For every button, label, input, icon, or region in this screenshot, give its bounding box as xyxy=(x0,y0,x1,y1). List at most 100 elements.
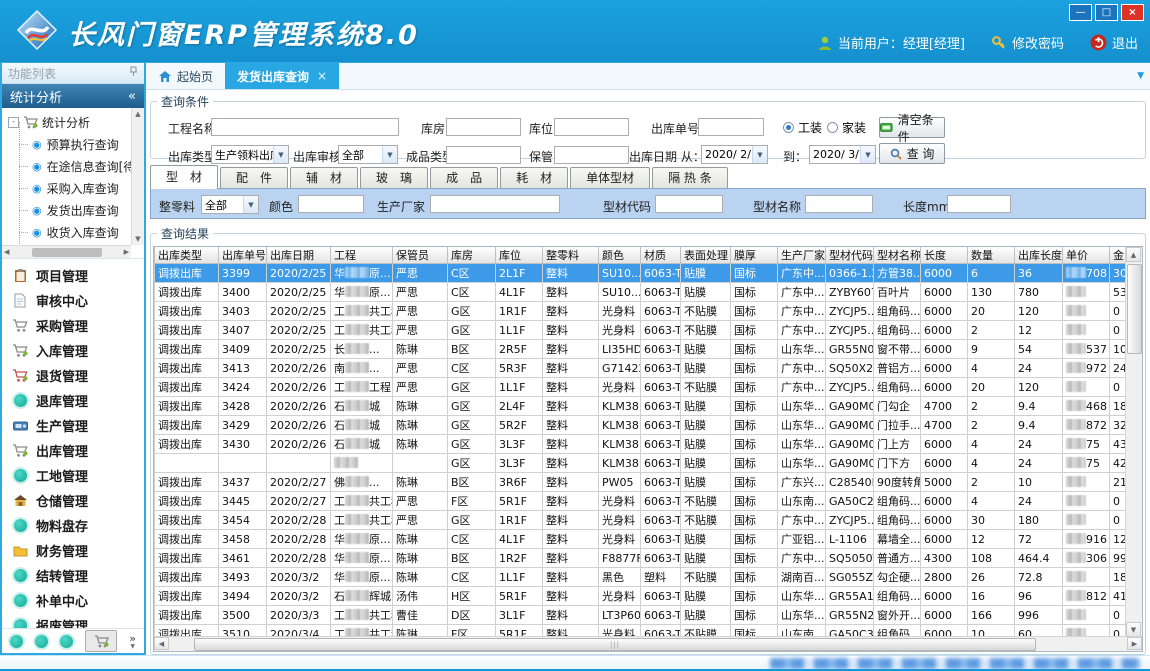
column-header-qty[interactable]: 数量 xyxy=(968,247,1015,264)
minimize-button[interactable]: — xyxy=(1069,4,1092,21)
radio-gongzhuang[interactable]: 工装 xyxy=(783,119,822,136)
location-input[interactable] xyxy=(554,118,629,136)
column-header-mat[interactable]: 材质 xyxy=(641,247,681,264)
table-row[interactable]: 调拨出库34302020/2/26石城陈琳G区3L3F整料KLM38176063… xyxy=(155,435,1130,454)
sidebar-group-工地管理[interactable]: 工地管理 xyxy=(2,463,144,488)
scroll-up-icon[interactable]: ▲ xyxy=(135,110,140,118)
table-row[interactable]: 调拨出库34942020/3/2石辉城汤伟H区5R1F整料光身料6063-T5贴… xyxy=(155,587,1130,606)
outbound-no-input[interactable] xyxy=(698,118,764,136)
scroll-down-icon[interactable]: ▼ xyxy=(1126,622,1141,637)
sidebar-group-财务管理[interactable]: 财务管理 xyxy=(2,538,144,563)
column-header-code[interactable]: 型材代码 xyxy=(826,247,874,264)
sidebar-group-报废管理[interactable]: 报废管理 xyxy=(2,613,144,628)
material-tab-6[interactable]: 耗 材 xyxy=(500,167,568,189)
column-header-surf[interactable]: 表面处理 xyxy=(681,247,731,264)
material-tab-7[interactable]: 单体型材 xyxy=(570,167,650,189)
more-modules-button[interactable]: » ▼ xyxy=(129,633,136,650)
manufacturer-input[interactable] xyxy=(430,195,560,213)
module-dot-icon[interactable] xyxy=(35,635,48,648)
maximize-button[interactable]: □ xyxy=(1095,4,1118,21)
column-header-name[interactable]: 型材名称 xyxy=(874,247,921,264)
table-row[interactable]: 调拨出库34072020/2/25工共工程严思G区1L1F整料光身料6063-T… xyxy=(155,321,1130,340)
sidebar-group-退库管理[interactable]: 退库管理 xyxy=(2,388,144,413)
table-row[interactable]: 调拨出库34282020/2/26石城陈琳G区2L4F整料KLM38176063… xyxy=(155,397,1130,416)
outbound-type-select[interactable]: 生产领料出库▼ xyxy=(211,145,289,164)
column-header-type[interactable]: 出库类型 xyxy=(155,247,219,264)
sidebar-group-物料盘存[interactable]: 物料盘存 xyxy=(2,513,144,538)
column-header-no[interactable]: 出库单号 xyxy=(219,247,267,264)
column-header-outlen[interactable]: 出库长度 xyxy=(1015,247,1063,264)
sidebar-group-退货管理[interactable]: 退货管理 xyxy=(2,363,144,388)
tree-horizontal-scrollbar[interactable]: ◀ ▶ xyxy=(2,245,131,258)
expander-icon[interactable]: - xyxy=(8,117,19,128)
table-row[interactable]: 调拨出库34032020/2/25工共工程严思G区1R1F整料光身料6063-T… xyxy=(155,302,1130,321)
scroll-thumb[interactable] xyxy=(1127,264,1142,354)
module-dot-icon[interactable] xyxy=(60,635,73,648)
scroll-left-icon[interactable]: ◀ xyxy=(4,248,9,256)
tree-root[interactable]: - 统计分析 xyxy=(8,111,131,133)
scroll-thumb[interactable] xyxy=(32,248,102,257)
column-header-mfr[interactable]: 生产厂家 xyxy=(778,247,826,264)
table-row[interactable]: 调拨出库34372020/2/27佛...陈琳B区3R6F整料PW056063-… xyxy=(155,473,1130,492)
tree-vertical-scrollbar[interactable]: ▲ ▼ xyxy=(131,108,144,245)
tree-item[interactable]: ◉在途信息查询[待 xyxy=(8,155,131,177)
material-tab-2[interactable]: 配 件 xyxy=(220,167,288,189)
sidebar-group-出库管理[interactable]: 出库管理 xyxy=(2,438,144,463)
material-tab-3[interactable]: 辅 材 xyxy=(290,167,358,189)
table-row[interactable]: 调拨出库34092020/2/25长...陈琳B区2R5F整料LI35HD606… xyxy=(155,340,1130,359)
material-tab-4[interactable]: 玻 璃 xyxy=(360,167,428,189)
tab-close-icon[interactable]: × xyxy=(317,69,327,83)
column-header-proj[interactable]: 工程 xyxy=(331,247,393,264)
radio-jiazhuang[interactable]: 家装 xyxy=(827,119,866,136)
column-header-loc[interactable]: 库位 xyxy=(496,247,543,264)
column-header-whole[interactable]: 整零料 xyxy=(543,247,599,264)
table-row[interactable]: 调拨出库35002020/3/3工共工程曹佳D区3L1F整料LT3P606063… xyxy=(155,606,1130,625)
sidebar-group-审核中心[interactable]: 审核中心 xyxy=(2,288,144,313)
table-row[interactable]: 调拨出库34542020/2/28工共工程严思G区1R1F整料光身料6063-T… xyxy=(155,511,1130,530)
scroll-left-icon[interactable]: ◀ xyxy=(154,637,169,650)
table-row[interactable]: 调拨出库34452020/2/27工共工程严思F区5R1F整料光身料6063-T… xyxy=(155,492,1130,511)
close-button[interactable]: × xyxy=(1121,4,1144,21)
tree-item[interactable]: ◉采购入库查询 xyxy=(8,177,131,199)
date-from-picker[interactable]: 2020/ 2/16▼ xyxy=(701,145,768,164)
tab-home[interactable]: 起始页 xyxy=(146,64,225,89)
scroll-right-icon[interactable]: ▶ xyxy=(124,248,129,256)
column-header-date[interactable]: 出库日期 xyxy=(267,247,331,264)
section-header-statistics[interactable]: 统计分析 « xyxy=(2,84,144,108)
clear-conditions-button[interactable]: 清空条件 xyxy=(879,117,945,138)
profile-name-input[interactable] xyxy=(805,195,873,213)
scroll-up-icon[interactable]: ▲ xyxy=(1126,247,1141,262)
sidebar-group-入库管理[interactable]: 入库管理 xyxy=(2,338,144,363)
product-type-input[interactable] xyxy=(446,146,521,164)
table-row[interactable]: 调拨出库34932020/3/2华原...陈琳C区1L1F整料黑色塑料不贴膜国标… xyxy=(155,568,1130,587)
table-row[interactable]: G区3L3F整料KLM38176063-T5贴膜国标山东华...GA90M09.… xyxy=(155,454,1130,473)
table-row[interactable]: 调拨出库34242020/2/26工工程严思G区1L1F整料光身料6063-T5… xyxy=(155,378,1130,397)
warehouse-input[interactable] xyxy=(446,118,521,136)
chevron-down-icon[interactable]: ▼ xyxy=(1137,71,1144,81)
whole-piece-select[interactable]: 全部▼ xyxy=(201,195,259,214)
table-row[interactable]: 调拨出库34292020/2/26石城陈琳G区5R2F整料KLM38176063… xyxy=(155,416,1130,435)
length-input[interactable] xyxy=(947,195,1011,213)
sidebar-group-补单中心[interactable]: 补单中心 xyxy=(2,588,144,613)
keeper-input[interactable] xyxy=(554,146,629,164)
pin-icon[interactable] xyxy=(129,66,138,80)
column-header-wh[interactable]: 库房 xyxy=(448,247,496,264)
change-password-button[interactable]: 修改密码 xyxy=(991,33,1064,52)
material-tab-1[interactable]: 型 材 xyxy=(150,165,218,189)
tab-shipment-outbound-query[interactable]: 发货出库查询 × xyxy=(225,63,339,89)
outbound-audit-select[interactable]: 全部▼ xyxy=(338,145,398,164)
cart-module-button[interactable] xyxy=(85,630,117,652)
table-row[interactable]: 调拨出库34132020/2/26南...严思C区5R3F整料G71422606… xyxy=(155,359,1130,378)
collapse-icon[interactable]: « xyxy=(128,89,136,104)
module-dot-icon[interactable] xyxy=(10,635,23,648)
tree-item[interactable]: ◉收货入库查询 xyxy=(8,221,131,243)
sidebar-group-生产管理[interactable]: 生产管理 xyxy=(2,413,144,438)
column-header-keeper[interactable]: 保管员 xyxy=(393,247,448,264)
tree-item[interactable]: ◉发货出库查询 xyxy=(8,199,131,221)
scroll-down-icon[interactable]: ▼ xyxy=(135,235,140,243)
color-input[interactable] xyxy=(298,195,364,213)
scroll-thumb[interactable]: ||| xyxy=(194,638,1036,651)
tree-item[interactable]: ◉预算执行查询 xyxy=(8,133,131,155)
table-row[interactable]: 调拨出库34582020/2/28华原...陈琳C区4L1F整料光身料6063-… xyxy=(155,530,1130,549)
table-row[interactable]: 调拨出库34612020/2/28华原...陈琳B区1R2F整料F8877FT6… xyxy=(155,549,1130,568)
